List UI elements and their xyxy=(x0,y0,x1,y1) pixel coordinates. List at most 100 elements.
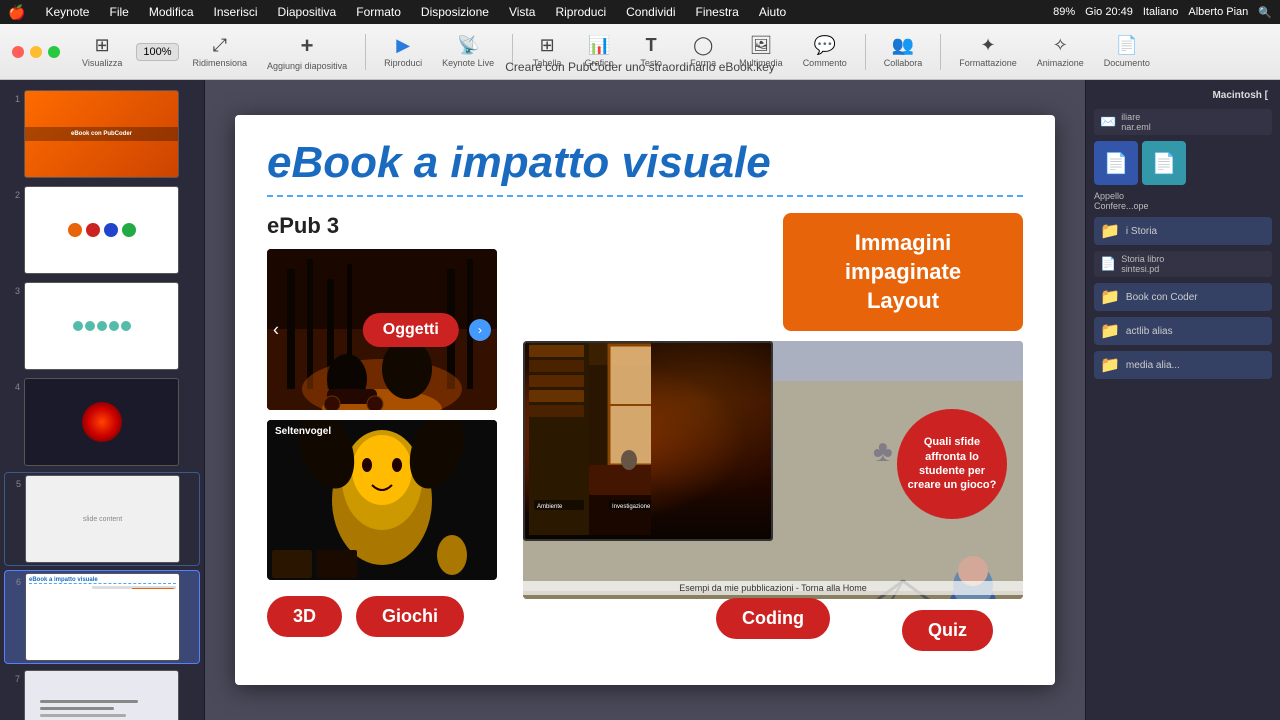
clock: Gio 20:49 xyxy=(1085,6,1133,18)
coding-button[interactable]: Coding xyxy=(716,598,830,639)
slide-thumb-4[interactable]: 4 xyxy=(4,376,200,468)
keynote-toolbar: ⊞ Visualizza 100% ⤢ Ridimensiona + Aggiu… xyxy=(0,24,1280,80)
minimize-button[interactable] xyxy=(30,46,42,58)
format-label: Formattazione xyxy=(959,58,1017,68)
menubar-vista[interactable]: Vista xyxy=(505,3,539,21)
add-slide-label: Aggiungi diapositiva xyxy=(267,61,347,71)
slide-body: ePub 3 xyxy=(267,213,1023,643)
menubar-keynote[interactable]: Keynote xyxy=(41,3,93,21)
slide-thumb-2[interactable]: 2 xyxy=(4,184,200,276)
collaborate-button[interactable]: 👥 Collabora xyxy=(878,31,929,72)
image-caption: Esempi da mie pubblicazioni - Torna alla… xyxy=(523,581,1023,595)
left-column: ePub 3 xyxy=(267,213,507,643)
sidebar-folder-media[interactable]: 📁 media alia... xyxy=(1094,351,1272,379)
language-indicator: Italiano xyxy=(1143,6,1178,18)
sidebar-file-eml[interactable]: ✉️ iliarenar.eml xyxy=(1094,109,1272,135)
keynote-live-icon: 📡 xyxy=(457,35,479,56)
view-icon: ⊞ xyxy=(95,35,110,56)
battery-indicator: 89% xyxy=(1053,6,1075,18)
search-icon[interactable]: 🔍 xyxy=(1258,6,1272,19)
play-label: Riproduci xyxy=(384,58,422,68)
slide-panel[interactable]: 1 eBook con PubCoder 2 3 xyxy=(0,80,205,720)
actlib-folder-name: actlib alias xyxy=(1126,326,1173,337)
menubar-aiuto[interactable]: Aiuto xyxy=(755,3,790,21)
orange-box-line2: Layout xyxy=(867,288,939,313)
slide-thumb-3[interactable]: 3 xyxy=(4,280,200,372)
menubar: 🍎 Keynote File Modifica Inserisci Diapos… xyxy=(0,0,1280,24)
slide-preview-4 xyxy=(24,378,179,466)
conferenze-files: 📄 📄 xyxy=(1094,141,1272,185)
seltenvogel-label: Seltenvogel xyxy=(275,426,331,437)
document-button[interactable]: 📄 Documento xyxy=(1098,31,1156,72)
slide-preview-5: slide content xyxy=(25,475,180,563)
giochi-button[interactable]: Giochi xyxy=(356,596,464,637)
sidebar-folder-storia[interactable]: 📁 i Storia xyxy=(1094,217,1272,245)
menubar-condividi[interactable]: Condividi xyxy=(622,3,679,21)
slide-thumb-6[interactable]: 6 eBook a impatto visuale xyxy=(4,570,200,664)
document-label: Documento xyxy=(1104,58,1150,68)
resize-label: Ridimensiona xyxy=(193,58,248,68)
ope-icon[interactable]: 📄 xyxy=(1142,141,1186,185)
add-slide-icon: + xyxy=(301,33,314,59)
play-button[interactable]: ▶ Riproduci xyxy=(378,31,428,72)
comment-button[interactable]: 💬 Commento xyxy=(797,31,853,72)
format-button[interactable]: ✦ Formattazione xyxy=(953,31,1023,72)
maximize-button[interactable] xyxy=(48,46,60,58)
slide-num-4: 4 xyxy=(6,382,20,392)
menubar-riproduci[interactable]: Riproduci xyxy=(551,3,610,21)
document-icon: 📄 xyxy=(1116,35,1138,56)
menubar-right: 89% Gio 20:49 Italiano Alberto Pian 🔍 xyxy=(1053,6,1272,19)
menubar-diapositiva[interactable]: Diapositiva xyxy=(274,3,341,21)
confere-icon[interactable]: 📄 xyxy=(1094,141,1138,185)
orange-box: Immagini impaginate Layout xyxy=(783,213,1023,331)
slide-preview-3 xyxy=(24,282,179,370)
animation-label: Animazione xyxy=(1037,58,1084,68)
window-controls xyxy=(12,46,60,58)
shape-icon: ◯ xyxy=(693,35,713,56)
collaborate-icon: 👥 xyxy=(892,35,914,56)
next-arrow[interactable]: › xyxy=(469,319,491,341)
sidebar-file-storia[interactable]: 📄 Storia librosintesi.pd xyxy=(1094,251,1272,277)
menubar-inserisci[interactable]: Inserisci xyxy=(210,3,262,21)
3d-button[interactable]: 3D xyxy=(267,596,342,637)
slide-thumb-7[interactable]: 7 xyxy=(4,668,200,720)
prev-arrow[interactable]: ‹ xyxy=(273,319,279,340)
email-icon: ✉️ xyxy=(1100,114,1116,130)
right-sidebar: Macintosh [ ✉️ iliarenar.eml 📄 📄 Appello… xyxy=(1085,80,1280,720)
animation-icon: ✧ xyxy=(1053,35,1068,56)
zoom-selector[interactable]: 100% xyxy=(136,43,178,61)
separator-1 xyxy=(365,34,366,70)
slide-title: eBook a impatto visuale xyxy=(267,139,1023,197)
pdf-icon: 📄 xyxy=(1100,256,1116,272)
oggetti-button[interactable]: Oggetti xyxy=(363,313,459,347)
resize-button[interactable]: ⤢ Ridimensiona xyxy=(187,31,254,72)
menubar-formato[interactable]: Formato xyxy=(352,3,405,21)
confere-label: AppelloConfere...ope xyxy=(1094,191,1272,211)
slide-canvas: eBook a impatto visuale ePub 3 xyxy=(235,115,1055,685)
menubar-file[interactable]: File xyxy=(105,3,132,21)
folder-icon: 📁 xyxy=(1100,221,1120,241)
sidebar-folder-book[interactable]: 📁 Book con Coder xyxy=(1094,283,1272,311)
bottom-buttons: 3D Giochi xyxy=(267,590,507,643)
menubar-finestra[interactable]: Finestra xyxy=(692,3,743,21)
view-button[interactable]: ⊞ Visualizza xyxy=(76,31,128,72)
chart-icon: 📊 xyxy=(588,35,610,56)
animation-button[interactable]: ✧ Animazione xyxy=(1031,31,1090,72)
epub-label: ePub 3 xyxy=(267,213,507,239)
apple-menu[interactable]: 🍎 xyxy=(8,4,25,21)
slide-thumb-1[interactable]: 1 eBook con PubCoder xyxy=(4,88,200,180)
menubar-disposizione[interactable]: Disposizione xyxy=(417,3,493,21)
keynote-live-button[interactable]: 📡 Keynote Live xyxy=(436,31,500,72)
close-button[interactable] xyxy=(12,46,24,58)
sidebar-folder-actlib[interactable]: 📁 actlib alias xyxy=(1094,317,1272,345)
menubar-modifica[interactable]: Modifica xyxy=(145,3,198,21)
slide-preview-7 xyxy=(24,670,179,720)
main-layout: 1 eBook con PubCoder 2 3 xyxy=(0,80,1280,720)
macintosh-label: Macintosh [ xyxy=(1094,88,1272,103)
quiz-button[interactable]: Quiz xyxy=(902,610,993,651)
top-image: Oggetti ‹ › xyxy=(267,249,497,410)
slide-thumb-5[interactable]: 5 slide content xyxy=(4,472,200,566)
add-slide-button[interactable]: + Aggiungi diapositiva xyxy=(261,29,353,75)
main-image: ♣ ✦ xyxy=(523,341,1023,599)
collaborate-label: Collabora xyxy=(884,58,923,68)
